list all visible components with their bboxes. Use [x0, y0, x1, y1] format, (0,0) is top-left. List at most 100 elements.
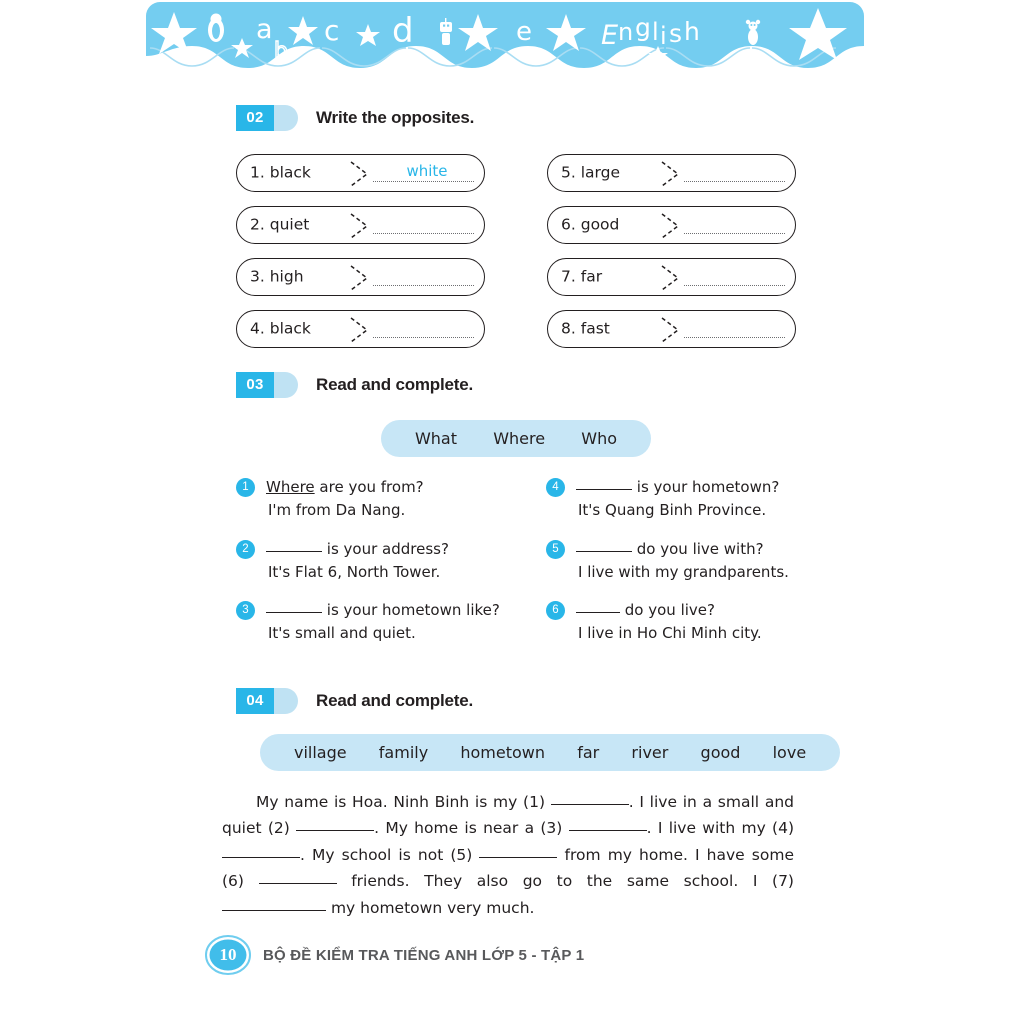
opposites-prompt: 8. fast [561, 319, 610, 338]
exercise-03-title: Read and complete. [316, 375, 473, 394]
qa-blank[interactable] [266, 612, 322, 613]
svg-text:n: n [618, 18, 633, 46]
wordbank-word[interactable]: What [415, 429, 457, 448]
page-content: 02 Write the opposites. 1. black white 5… [0, 105, 1017, 922]
qa-item: 1 Where are you from? I'm from Da Nang. [236, 477, 498, 521]
para-blank[interactable] [222, 856, 300, 858]
para-text: My name is Hoa. Ninh Binh is my (1) [256, 792, 545, 811]
exercise-03-number: 03 [236, 372, 274, 398]
qa-answer: It's Flat 6, North Tower. [268, 562, 441, 581]
qa-question: Where are you from? [266, 478, 424, 496]
chevron-arrow-icon [661, 317, 680, 343]
qa-number: 5 [546, 539, 565, 559]
wordbank-word[interactable]: village [294, 743, 347, 762]
opposites-prompt: 4. black [250, 319, 311, 338]
writing-line [373, 285, 474, 286]
opposites-row: 4. black 8. fast [236, 310, 796, 348]
wordbank-word[interactable]: love [773, 743, 807, 762]
opposites-prompt: 5. large [561, 163, 621, 182]
page-number-badge: 10 [205, 934, 251, 976]
exercise-02-heading: 02 Write the opposites. [236, 105, 1017, 131]
qa-column-left: 1 Where are you from? I'm from Da Nang. … [236, 477, 500, 662]
opposites-box[interactable]: 1. black white [236, 154, 485, 192]
opposites-box[interactable]: 8. fast [547, 310, 796, 348]
writing-line [684, 337, 785, 338]
exercise-04-title: Read and complete. [316, 690, 473, 710]
wordbank-word[interactable]: far [577, 743, 599, 762]
opposites-row: 1. black white 5. large [236, 154, 796, 192]
exercise-03-wordbank: What Where Who [380, 420, 652, 457]
opposites-box[interactable]: 5. large [547, 154, 796, 192]
chevron-arrow-icon [350, 317, 369, 343]
opposites-prompt: 1. black [250, 163, 311, 182]
opposites-prompt: 2. quiet [250, 215, 310, 234]
svg-text:E: E [601, 20, 618, 51]
para-text: . My home is near a (3) [374, 819, 563, 838]
para-text: . I live with my (4) [646, 819, 794, 838]
qa-number: 2 [236, 539, 255, 559]
writing-line [373, 181, 474, 182]
chevron-arrow-icon [661, 213, 680, 239]
opposites-box[interactable]: 2. quiet [236, 206, 485, 244]
opposites-prompt: 6. good [561, 215, 620, 234]
letter-b: b [274, 39, 288, 64]
exercise-02-badge-tail [272, 105, 298, 131]
opposites-box[interactable]: 7. far [547, 258, 796, 296]
qa-blank[interactable] [576, 612, 620, 613]
wordbank-word[interactable]: Where [493, 429, 545, 448]
opposites-row: 2. quiet 6. good [236, 206, 796, 244]
qa-question: is your hometown? [576, 477, 808, 497]
qa-answer: I'm from Da Nang. [268, 501, 406, 520]
qa-item: 2 is your address? It's Flat 6, North To… [236, 539, 498, 583]
para-blank[interactable] [296, 830, 375, 832]
letter-c: c [324, 14, 339, 47]
exercise-04-number: 04 [236, 687, 274, 714]
page-number: 10 [219, 945, 237, 964]
para-text: my hometown very much. [330, 899, 535, 918]
writing-line [684, 233, 785, 234]
page-header-banner: a b c d e E n g l i s h [146, 2, 864, 68]
chevron-arrow-icon [350, 265, 369, 291]
opposites-answer[interactable]: white [377, 162, 477, 180]
para-blank[interactable] [222, 910, 326, 912]
qa-blank[interactable] [576, 489, 632, 490]
opposites-box[interactable]: 3. high [236, 258, 485, 296]
wordbank-word[interactable]: hometown [460, 743, 545, 762]
para-blank[interactable] [550, 803, 629, 805]
qa-answer: I live with my grandparents. [578, 562, 789, 581]
wordbank-word[interactable]: river [631, 743, 668, 762]
qa-answer: It's small and quiet. [268, 624, 416, 643]
para-blank[interactable] [479, 856, 558, 858]
opposites-box[interactable]: 4. black [236, 310, 485, 348]
qa-number: 3 [236, 601, 255, 620]
qa-filled-answer[interactable]: Where [266, 478, 315, 496]
qa-number: 6 [546, 601, 565, 620]
qa-number: 4 [546, 478, 565, 497]
wordbank-word[interactable]: Who [581, 429, 617, 448]
opposites-row: 3. high 7. far [236, 258, 796, 296]
exercise-03-wordbank-wrap: What Where Who [236, 420, 796, 457]
exercise-04-wordbank-wrap: village family hometown far river good l… [260, 733, 1017, 771]
qa-item: 3 is your hometown like? It's small and … [236, 600, 500, 644]
para-blank[interactable] [258, 883, 337, 885]
qa-question: do you live? [576, 600, 808, 620]
page-footer: 10 BỘ ĐỀ KIỂM TRA TIẾNG ANH LỚP 5 - TẬP … [205, 934, 584, 976]
opposites-box[interactable]: 6. good [547, 206, 796, 244]
para-text: . My school is not (5) [300, 845, 473, 864]
chevron-arrow-icon [350, 161, 369, 187]
para-text: friends. They also go to the same school… [351, 872, 794, 891]
exercise-04-paragraph: My name is Hoa. Ninh Binh is my (1) . I … [222, 789, 794, 922]
qa-blank[interactable] [576, 550, 632, 552]
qa-column-right: 4 is your hometown? It's Quang Binh Prov… [546, 477, 808, 662]
qa-answer: I live in Ho Chi Minh city. [578, 624, 762, 643]
opposites-prompt: 3. high [250, 267, 304, 286]
writing-line [373, 337, 474, 338]
wordbank-word[interactable]: family [379, 743, 428, 762]
qa-answer: It's Quang Binh Province. [578, 501, 767, 520]
letter-e: e [516, 17, 532, 47]
opposites-grid: 1. black white 5. large 2. quiet 6. good [236, 154, 796, 348]
wordbank-word[interactable]: good [701, 743, 741, 762]
para-blank[interactable] [568, 830, 647, 832]
chevron-arrow-icon [350, 213, 369, 239]
qa-blank[interactable] [266, 550, 322, 552]
